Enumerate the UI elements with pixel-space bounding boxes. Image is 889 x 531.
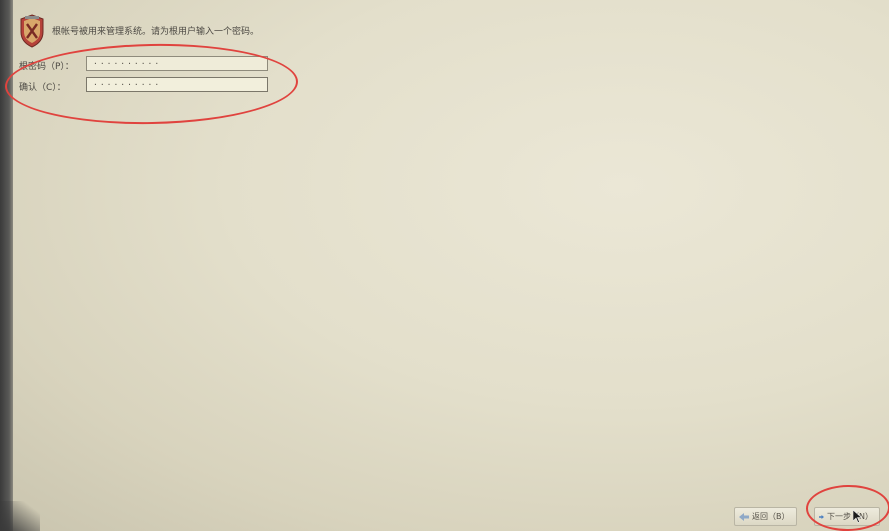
header-description: 根帐号被用来管理系统。请为根用户输入一个密码。	[52, 27, 260, 37]
shield-logo-icon	[20, 14, 44, 48]
monitor-bezel-corner	[0, 501, 40, 531]
back-button[interactable]: 返回（B）	[734, 507, 797, 526]
back-button-label: 返回（B）	[752, 512, 790, 521]
red-annotation-circle-next	[805, 484, 889, 531]
red-annotation-circle	[4, 41, 299, 127]
arrow-left-icon	[739, 512, 749, 521]
installer-screen: 根帐号被用来管理系统。请为根用户输入一个密码。 根密码（P）： 确认（C）： 返…	[0, 0, 889, 531]
